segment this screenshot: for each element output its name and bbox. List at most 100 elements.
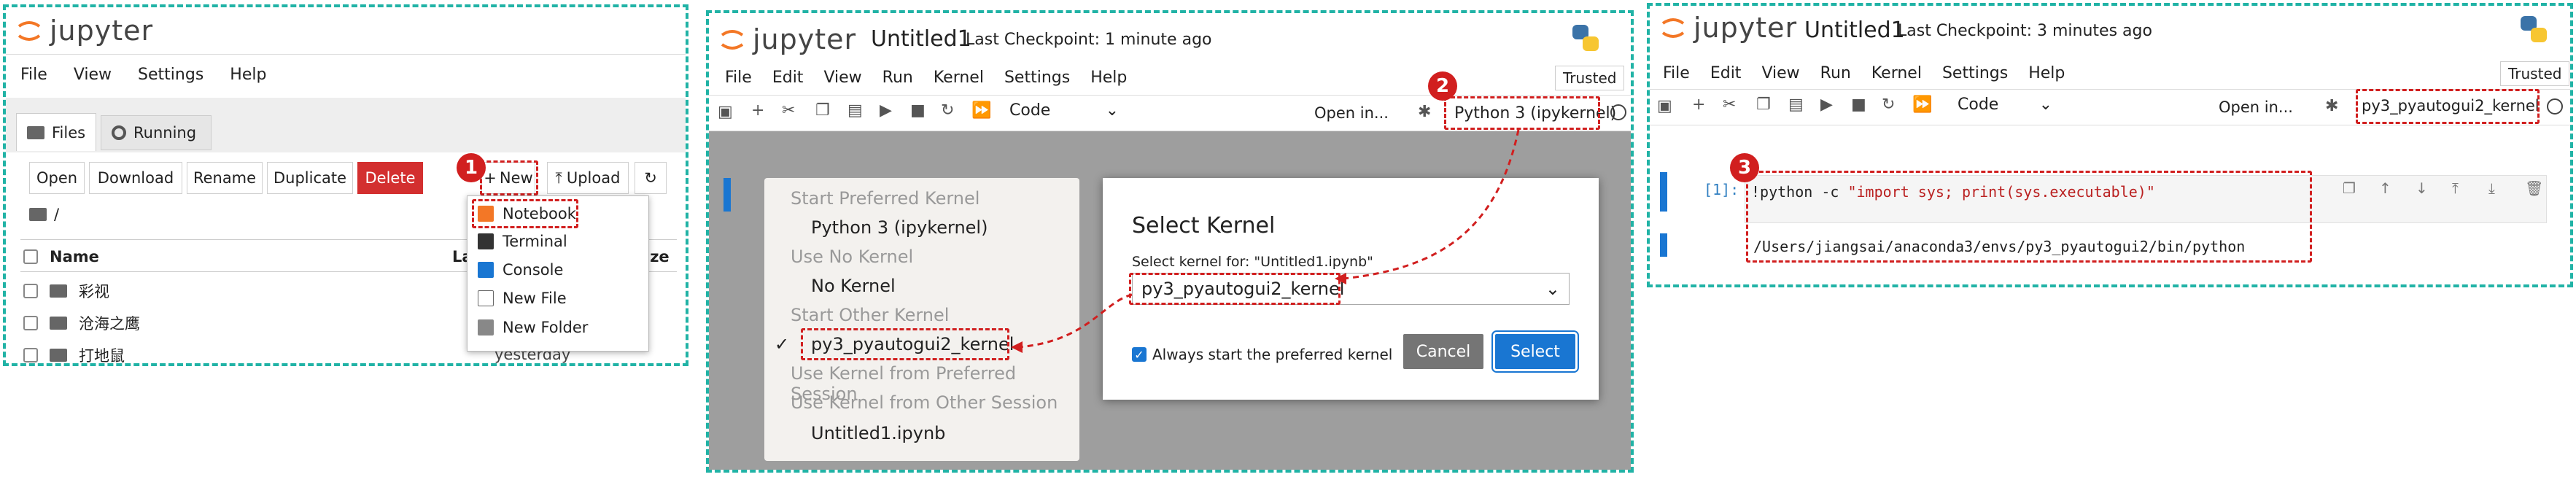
file-name: 彩视 <box>79 283 109 300</box>
jupyter-wordmark: jupyter <box>50 15 154 47</box>
kernel-status-icon <box>2547 98 2563 115</box>
delete-button[interactable]: Delete <box>357 162 423 194</box>
stop-icon[interactable]: ■ <box>1851 96 1866 114</box>
duplicate-button[interactable]: Duplicate <box>267 162 353 194</box>
save-icon[interactable]: ▣ <box>1657 97 1672 115</box>
delete-cell-icon[interactable]: 🗑 <box>2525 179 2543 197</box>
file-row-caishi[interactable]: 彩视 <box>23 280 109 302</box>
menu-settings[interactable]: Settings <box>138 66 203 84</box>
refresh-icon: ↻ <box>644 169 657 187</box>
folder-icon <box>50 284 67 298</box>
new-folder-icon <box>478 319 494 336</box>
chevron-down-icon: ⌄ <box>2038 96 2052 114</box>
insert-below-icon[interactable]: ⤓ <box>2488 179 2495 197</box>
menu-run[interactable]: Run <box>1820 64 1851 82</box>
rename-button[interactable]: Rename <box>187 162 263 194</box>
download-button[interactable]: Download <box>89 162 182 194</box>
root-folder-icon <box>29 208 47 221</box>
menu-item-terminal-label: Terminal <box>503 233 567 250</box>
open-button[interactable]: Open <box>29 162 85 194</box>
tab-files[interactable]: Files <box>16 113 96 151</box>
folder-icon <box>50 349 67 362</box>
notebook-title[interactable]: Untitled1 <box>1804 18 1905 43</box>
cut-icon[interactable]: ✂ <box>1723 96 1736 114</box>
cell-marker-output <box>1660 233 1667 257</box>
menu-item-new-file[interactable]: New File <box>478 290 567 307</box>
menu-view[interactable]: View <box>74 66 112 84</box>
restart-icon[interactable]: ↻ <box>1882 96 1895 114</box>
copy-icon[interactable]: ❐ <box>1756 96 1771 114</box>
menu-item-console[interactable]: Console <box>478 261 563 279</box>
file-row-canghai[interactable]: 沧海之鹰 <box>23 312 140 334</box>
column-name[interactable]: Name <box>50 248 99 265</box>
run-icon[interactable]: ▶ <box>1820 96 1833 114</box>
move-up-icon[interactable]: ↑ <box>2379 179 2391 197</box>
open-in-button[interactable]: Open in... <box>2219 98 2293 116</box>
refresh-button[interactable]: ↻ <box>635 162 667 194</box>
menu-item-new-folder-label: New Folder <box>503 319 589 336</box>
duplicate-cell-icon[interactable]: ❐ <box>2343 179 2356 197</box>
menu-view[interactable]: View <box>1761 64 1799 82</box>
add-cell-icon[interactable]: + <box>1692 96 1705 114</box>
menu-item-new-file-label: New File <box>503 290 567 307</box>
menu-item-new-folder[interactable]: New Folder <box>478 319 588 336</box>
breadcrumb-root[interactable]: / <box>54 206 59 223</box>
running-icon <box>112 125 126 140</box>
panel-select-kernel: jupyter Untitled1 Last Checkpoint: 1 min… <box>706 10 1634 473</box>
cell-type-value: Code <box>1958 96 1999 114</box>
select-all-checkbox[interactable] <box>23 249 38 264</box>
cell-prompt: [1]: <box>1704 181 1739 198</box>
checkpoint-status: Last Checkpoint: 3 minutes ago <box>1898 22 2152 40</box>
cell-type-select[interactable]: Code ⌄ <box>1958 96 2052 114</box>
menu-bar: File Edit View Run Kernel Settings Help <box>1663 64 2065 82</box>
new-dropdown-menu: Notebook Terminal Console New File New F… <box>467 195 649 352</box>
jupyter-logo-icon <box>18 21 41 41</box>
row-checkbox[interactable] <box>23 348 38 362</box>
panel-file-browser: jupyter File View Settings Help Files Ru… <box>3 4 688 366</box>
menu-edit[interactable]: Edit <box>1710 64 1742 82</box>
row-checkbox[interactable] <box>23 284 38 298</box>
menu-help[interactable]: Help <box>2028 64 2065 82</box>
menu-item-terminal[interactable]: Terminal <box>478 233 567 250</box>
python-logo-icon <box>2521 16 2547 42</box>
console-icon <box>478 262 494 278</box>
tab-running-label: Running <box>133 124 197 141</box>
breadcrumb: / <box>29 206 59 223</box>
tab-running[interactable]: Running <box>101 115 212 150</box>
trusted-badge[interactable]: Trusted <box>2500 61 2570 86</box>
paste-icon[interactable]: ▤ <box>1788 96 1804 114</box>
annotation-box-notebook <box>472 199 578 228</box>
cell-marker <box>1660 172 1667 212</box>
upload-button-label: Upload <box>566 169 621 187</box>
folder-icon <box>27 125 44 139</box>
file-icon <box>478 290 494 306</box>
menu-settings[interactable]: Settings <box>1942 64 2008 82</box>
menu-file[interactable]: File <box>1663 64 1690 82</box>
fast-forward-icon[interactable]: ⏩ <box>1912 96 1932 114</box>
bug-icon[interactable]: ✱ <box>2325 97 2338 115</box>
menu-item-console-label: Console <box>503 261 564 279</box>
step-marker-3: 3 <box>1730 153 1759 182</box>
menu-kernel[interactable]: Kernel <box>1871 64 1922 82</box>
row-checkbox[interactable] <box>23 316 38 330</box>
panel-notebook-result: jupyter Untitled1 Last Checkpoint: 3 min… <box>1647 3 2573 287</box>
annotation-arrows <box>1011 129 1520 353</box>
folder-icon <box>50 317 67 330</box>
step-marker-1: 1 <box>457 153 486 182</box>
jupyter-logo: jupyter <box>16 15 153 47</box>
annotation-box-new <box>480 160 538 195</box>
annotation-box-kernel-name <box>2356 89 2540 124</box>
move-down-icon[interactable]: ↓ <box>2416 179 2428 197</box>
upload-icon: ⤒ <box>555 168 562 187</box>
file-name: 打地鼠 <box>79 347 125 365</box>
insert-above-icon[interactable]: ⤒ <box>2452 179 2459 197</box>
file-row-dadishu[interactable]: 打地鼠 <box>23 344 125 365</box>
upload-button[interactable]: ⤒ Upload <box>547 162 629 194</box>
menu-file[interactable]: File <box>20 66 47 84</box>
file-name: 沧海之鹰 <box>79 315 140 333</box>
jupyter-logo-icon <box>1661 18 1685 38</box>
menu-bar: File View Settings Help <box>20 66 266 84</box>
tab-files-label: Files <box>52 123 86 141</box>
menu-help[interactable]: Help <box>230 66 266 84</box>
annotation-box-cell <box>1746 171 2312 263</box>
